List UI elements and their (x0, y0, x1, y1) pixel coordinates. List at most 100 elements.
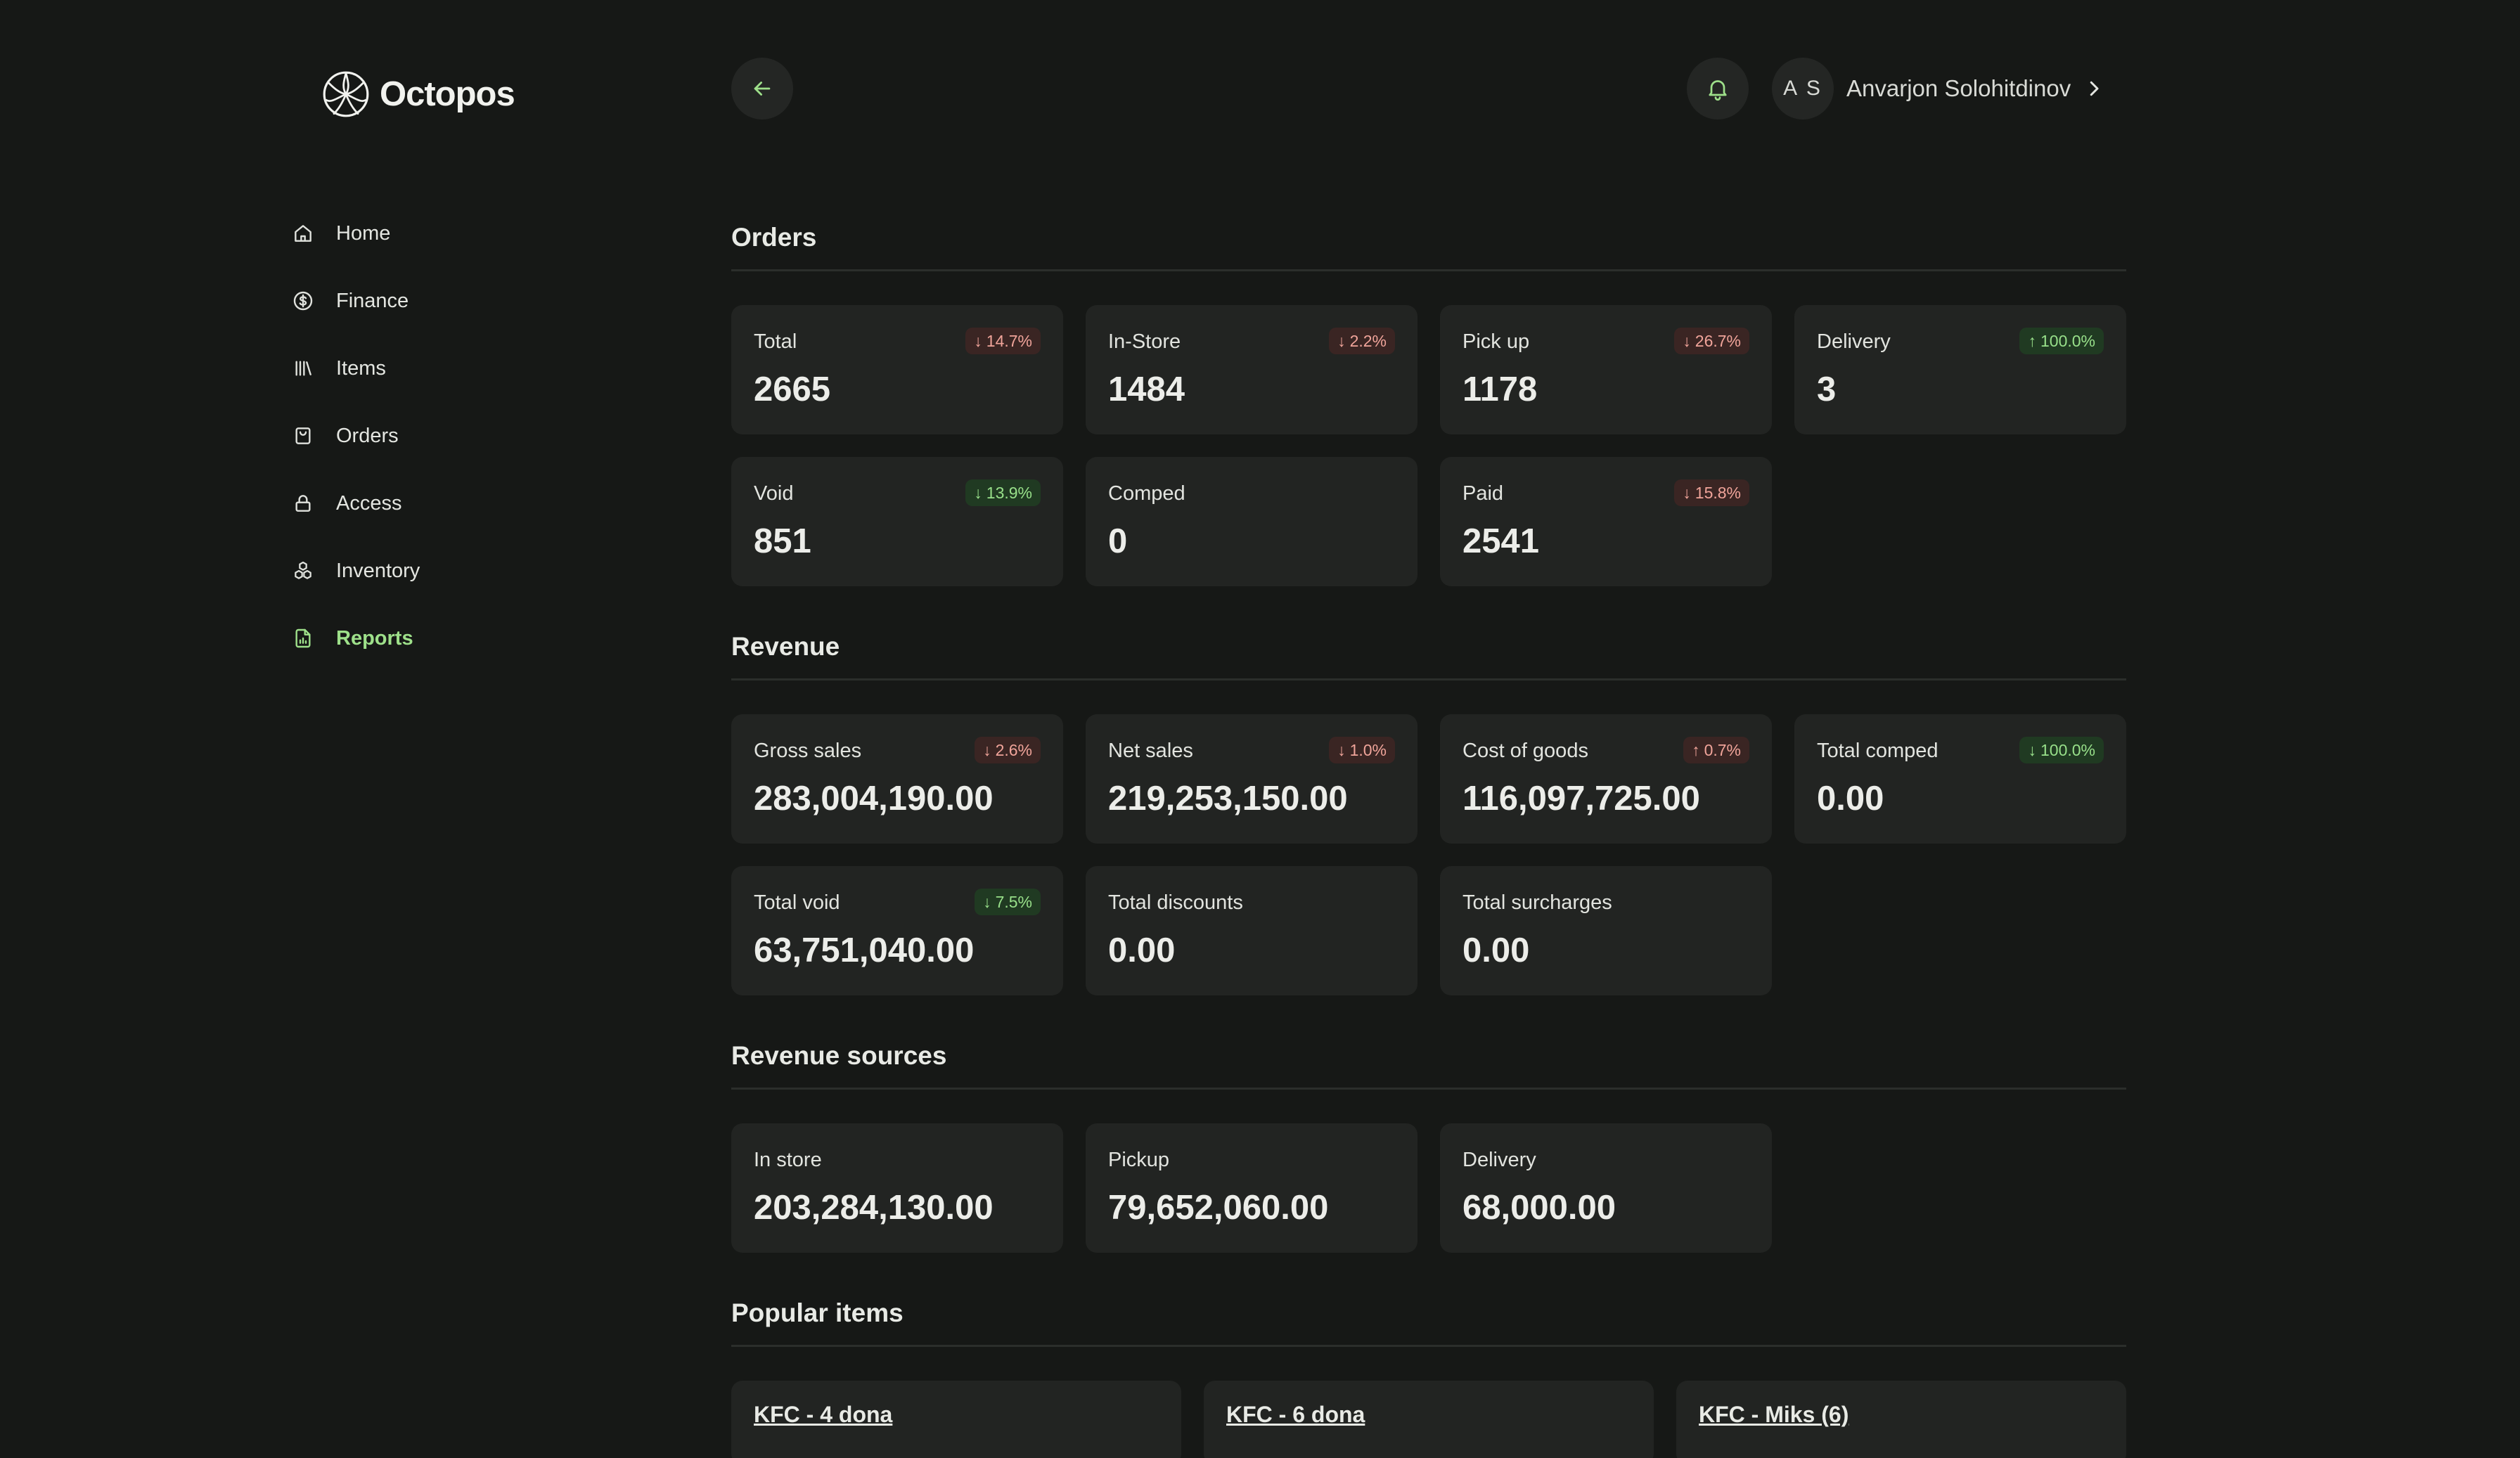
stat-value: 116,097,725.00 (1462, 780, 1700, 818)
change-badge: ↑ 0.7% (1683, 737, 1749, 763)
stat-card-total-surcharges: Total surcharges 0.00 (1440, 866, 1772, 995)
stat-value: 0.00 (1462, 931, 1530, 969)
stat-card-total-discounts: Total discounts 0.00 (1086, 866, 1418, 995)
stat-label: Delivery (1462, 1149, 1536, 1171)
sidebar-item-label: Orders (336, 424, 399, 447)
back-button[interactable] (731, 58, 793, 120)
change-value: 1.0% (1349, 741, 1387, 759)
divider (731, 1088, 2126, 1090)
avatar: A S (1772, 58, 1834, 120)
change-badge: ↓ 13.9% (965, 479, 1041, 506)
sidebar-item-access[interactable]: Access (291, 470, 420, 537)
change-badge: ↓ 100.0% (2019, 737, 2104, 763)
stat-label: Comped (1108, 482, 1185, 505)
app-logo[interactable]: Octopos (322, 70, 515, 118)
popular-item-link[interactable]: KFC - 6 dona (1226, 1402, 1365, 1427)
popular-item-card: KFC - 6 dona (1204, 1381, 1654, 1458)
arrow-down-icon: ↓ (1337, 332, 1346, 350)
stat-card-in-store: In-Store 1484 ↓ 2.2% (1086, 305, 1418, 434)
stat-value: 0 (1108, 522, 1128, 560)
arrow-down-icon: ↓ (1683, 332, 1691, 350)
arrow-down-icon: ↓ (1337, 741, 1346, 759)
stat-card-pickup-revenue: Pickup 79,652,060.00 (1086, 1123, 1418, 1253)
orders-section: Orders Total 2665 ↓ 14.7% In-Store 1484 ↓… (731, 219, 2126, 586)
stat-value: 1178 (1462, 370, 1538, 408)
user-name: Anvarjon Solohitdinov (1846, 75, 2071, 101)
stat-value: 0.00 (1817, 780, 1884, 818)
arrow-up-icon: ↑ (2028, 332, 2036, 350)
change-value: 2.2% (1349, 332, 1387, 350)
user-menu[interactable]: A S Anvarjon Solohitdinov (1772, 58, 2104, 120)
change-value: 7.5% (995, 893, 1032, 911)
divider (731, 1345, 2126, 1347)
arrow-down-icon: ↓ (1683, 484, 1691, 502)
change-badge: ↓ 15.8% (1674, 479, 1749, 506)
sidebar-item-reports[interactable]: Reports (291, 605, 420, 672)
popular-items-section: Popular items KFC - 4 dona KFC - 6 dona … (731, 1295, 2126, 1458)
arrow-up-icon: ↑ (1692, 741, 1700, 759)
stat-card-pick-up: Pick up 1178 ↓ 26.7% (1440, 305, 1772, 434)
notifications-button[interactable] (1687, 58, 1749, 120)
stat-value: 851 (754, 522, 811, 560)
change-badge: ↓ 26.7% (1674, 328, 1749, 354)
change-badge: ↓ 14.7% (965, 328, 1041, 354)
shopping-bag-icon (291, 424, 315, 448)
change-badge: ↓ 1.0% (1329, 737, 1395, 763)
popular-items-grid: KFC - 4 dona KFC - 6 dona KFC - Miks (6) (731, 1381, 2126, 1458)
revenue-grid: Gross sales 283,004,190.00 ↓ 2.6% Net sal… (731, 714, 2126, 995)
sidebar-item-home[interactable]: Home (291, 200, 420, 267)
section-title: Orders (731, 223, 817, 252)
change-badge: ↓ 2.6% (975, 737, 1041, 763)
popular-item-card: KFC - Miks (6) (1676, 1381, 2126, 1458)
change-value: 15.8% (1695, 484, 1741, 502)
orders-grid: Total 2665 ↓ 14.7% In-Store 1484 ↓ 2.2% Pi… (731, 305, 2126, 586)
divider (731, 678, 2126, 680)
popular-item-link[interactable]: KFC - Miks (6) (1699, 1402, 1849, 1427)
stat-value: 2541 (1462, 522, 1540, 560)
library-icon (291, 356, 315, 380)
divider (731, 269, 2126, 271)
stat-card-in-store-revenue: In store 203,284,130.00 (731, 1123, 1063, 1253)
arrow-down-icon: ↓ (974, 332, 982, 350)
stat-card-delivery: Delivery 3 ↑ 100.0% (1794, 305, 2126, 434)
stat-card-void: Void 851 ↓ 13.9% (731, 457, 1063, 586)
sidebar-item-label: Finance (336, 289, 409, 312)
section-title: Popular items (731, 1298, 904, 1327)
revenue-sources-section: Revenue sources In store 203,284,130.00 … (731, 1038, 2126, 1253)
arrow-left-icon (754, 82, 771, 96)
report-file-icon (291, 626, 315, 650)
stat-label: Total surcharges (1462, 891, 1612, 914)
home-icon (291, 221, 315, 245)
stat-card-net-sales: Net sales 219,253,150.00 ↓ 1.0% (1086, 714, 1418, 844)
stat-card-cost-of-goods: Cost of goods 116,097,725.00 ↑ 0.7% (1440, 714, 1772, 844)
sidebar-item-label: Access (336, 491, 402, 515)
change-value: 14.7% (986, 332, 1032, 350)
change-badge: ↓ 7.5% (975, 889, 1041, 915)
stat-value: 0.00 (1108, 931, 1176, 969)
stat-card-total-void: Total void 63,751,040.00 ↓ 7.5% (731, 866, 1063, 995)
stat-value: 283,004,190.00 (754, 780, 994, 818)
revenue-section: Revenue Gross sales 283,004,190.00 ↓ 2.6%… (731, 628, 2126, 995)
stat-label: Total discounts (1108, 891, 1243, 914)
sidebar-item-items[interactable]: Items (291, 335, 420, 402)
sidebar-item-label: Inventory (336, 559, 420, 582)
dollar-circle-icon (291, 289, 315, 313)
stat-value: 2665 (754, 370, 831, 408)
change-badge: ↓ 2.2% (1329, 328, 1395, 354)
chevron-right-icon (2090, 81, 2099, 96)
sidebar-item-orders[interactable]: Orders (291, 402, 420, 470)
main-content: Orders Total 2665 ↓ 14.7% In-Store 1484 ↓… (731, 219, 2126, 1458)
sidebar-item-inventory[interactable]: Inventory (291, 537, 420, 605)
octopus-logo-icon (323, 71, 369, 117)
arrow-down-icon: ↓ (983, 741, 991, 759)
stat-value: 1484 (1108, 370, 1185, 408)
sidebar-item-label: Reports (336, 626, 413, 650)
popular-item-card: KFC - 4 dona (731, 1381, 1181, 1458)
sidebar-item-finance[interactable]: Finance (291, 267, 420, 335)
stat-value: 68,000.00 (1462, 1189, 1616, 1227)
stat-label: In store (754, 1149, 822, 1171)
app-name: Octopos (380, 75, 515, 113)
stat-value: 79,652,060.00 (1108, 1189, 1329, 1227)
change-badge: ↑ 100.0% (2019, 328, 2104, 354)
popular-item-link[interactable]: KFC - 4 dona (754, 1402, 892, 1427)
